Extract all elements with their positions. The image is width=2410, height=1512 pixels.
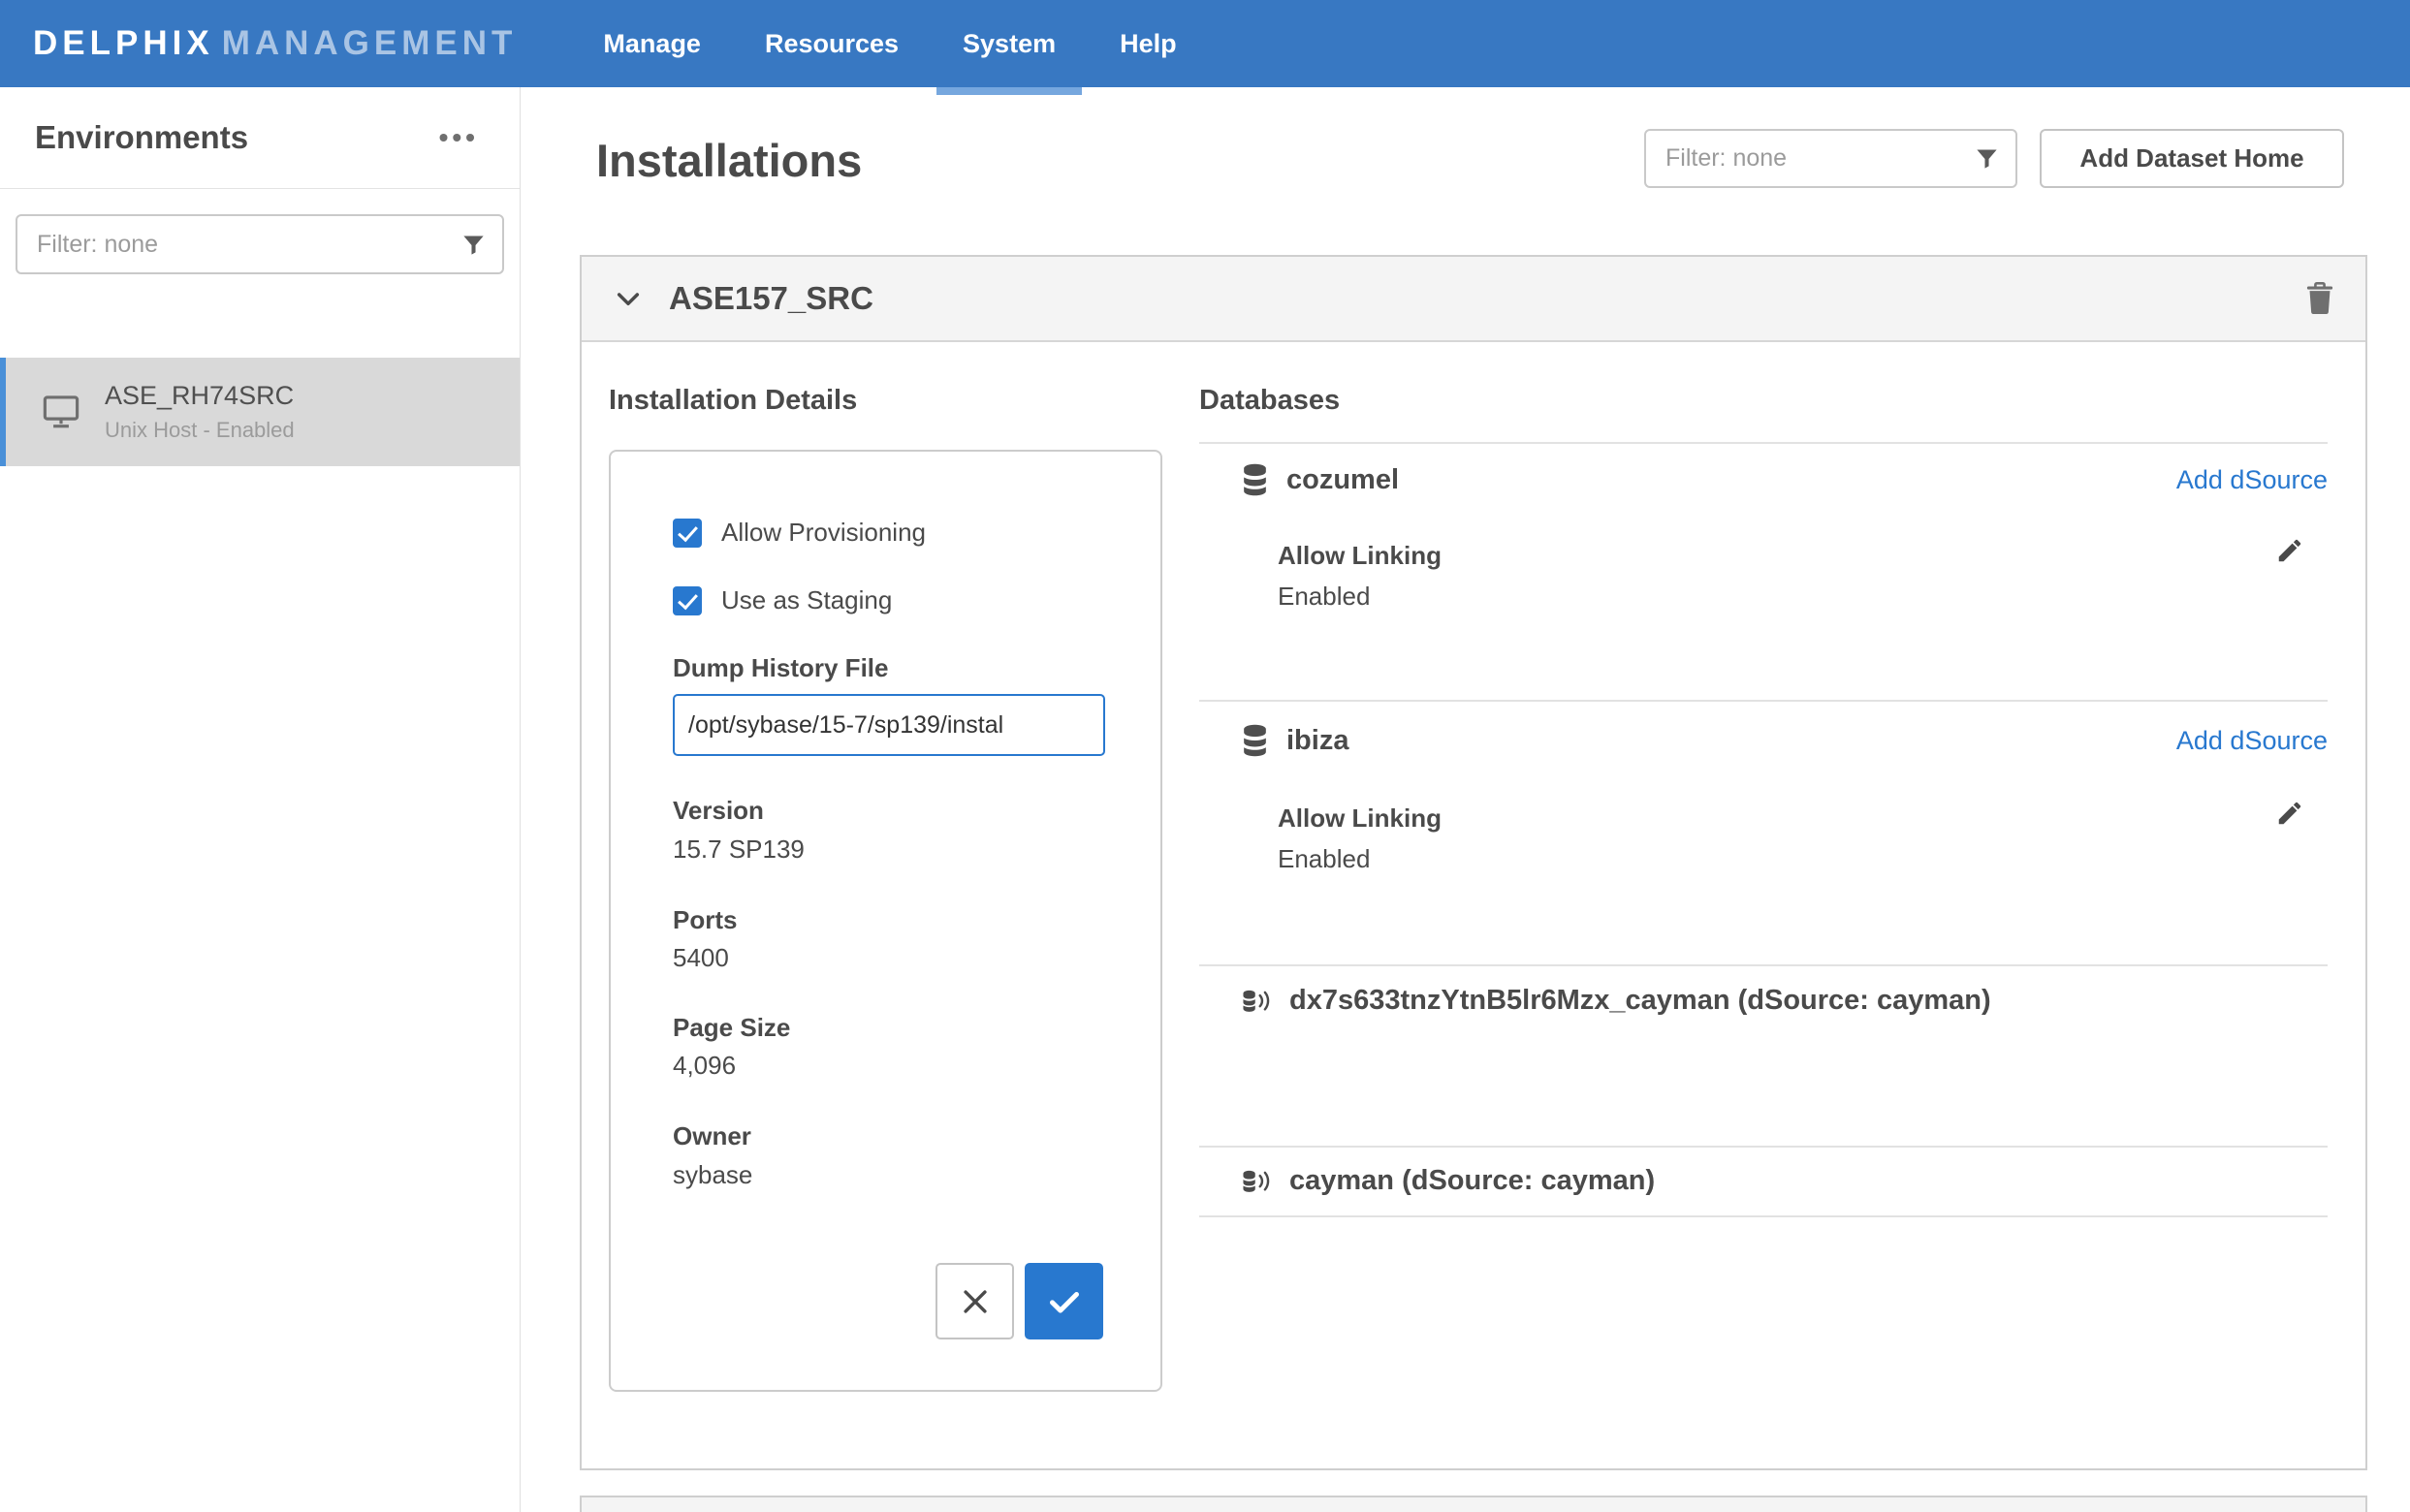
- brand-logo[interactable]: DELPHIXMANAGEMENT: [33, 24, 517, 63]
- installation-panel-header[interactable]: ASE157_SRC: [582, 257, 2365, 342]
- version-value: 15.7 SP139: [673, 835, 805, 865]
- nav-resources[interactable]: Resources: [733, 0, 931, 87]
- ports-label: Ports: [673, 905, 737, 935]
- add-dataset-home-button[interactable]: Add Dataset Home: [2040, 129, 2344, 188]
- owner-label: Owner: [673, 1121, 751, 1151]
- database-entry-dx-cayman: dx7s633tnzYtnB5lr6Mzx_cayman (dSource: c…: [1199, 964, 2328, 1146]
- database-row: cayman (dSource: cayman): [1241, 1165, 2328, 1197]
- host-icon: [43, 394, 79, 429]
- database-row: ibiza Add dSource: [1241, 724, 2328, 757]
- installations-filter-input[interactable]: [1646, 131, 1966, 186]
- page-title: Installations: [596, 134, 862, 187]
- filter-funnel-icon[interactable]: [1974, 145, 2000, 172]
- database-name: dx7s633tnzYtnB5lr6Mzx_cayman (dSource: c…: [1289, 985, 1991, 1017]
- add-dsource-link[interactable]: Add dSource: [2176, 726, 2328, 756]
- installation-details-form: Allow Provisioning Use as Staging Dump H…: [609, 450, 1162, 1392]
- installation-panel: ASE157_SRC Installation Details Allow Pr…: [580, 255, 2367, 1470]
- confirm-button[interactable]: [1025, 1263, 1103, 1339]
- environments-filter-input[interactable]: [17, 216, 453, 272]
- database-entry-ibiza: ibiza Add dSource Allow Linking Enabled: [1199, 700, 2328, 964]
- dump-history-input[interactable]: [673, 694, 1105, 756]
- form-actions: [935, 1263, 1103, 1339]
- use-as-staging-row: Use as Staging: [673, 585, 892, 615]
- filter-funnel-icon[interactable]: [460, 232, 487, 258]
- add-dsource-link[interactable]: Add dSource: [2176, 465, 2328, 495]
- edit-icon[interactable]: [2275, 799, 2304, 828]
- database-name: cayman (dSource: cayman): [1289, 1165, 1655, 1197]
- owner-value: sybase: [673, 1160, 752, 1190]
- environment-item-text: ASE_RH74SRC Unix Host - Enabled: [105, 381, 295, 443]
- version-label: Version: [673, 796, 764, 826]
- nav-system[interactable]: System: [931, 0, 1088, 87]
- installation-panel-body: Installation Details Allow Provisioning …: [582, 342, 2365, 1466]
- environment-item[interactable]: ASE_RH74SRC Unix Host - Enabled: [0, 358, 520, 466]
- brand-secondary: MANAGEMENT: [222, 24, 518, 62]
- allow-linking-label: Allow Linking: [1278, 541, 1442, 571]
- database-row: cozumel Add dSource: [1241, 463, 2328, 496]
- edit-icon[interactable]: [2275, 536, 2304, 565]
- environments-sidebar: Environments ••• ASE_RH74SRC Unix Host -…: [0, 87, 521, 1512]
- allow-provisioning-checkbox[interactable]: [673, 519, 702, 548]
- divider: [1199, 1215, 2328, 1217]
- topbar: DELPHIXMANAGEMENT Manage Resources Syste…: [0, 0, 2410, 87]
- environment-name: ASE_RH74SRC: [105, 381, 295, 411]
- nav-manage[interactable]: Manage: [571, 0, 733, 87]
- nav-help[interactable]: Help: [1088, 0, 1209, 87]
- databases-heading: Databases: [1199, 385, 1340, 417]
- delete-icon[interactable]: [2305, 282, 2334, 315]
- allow-linking-value: Enabled: [1278, 844, 1370, 874]
- cancel-button[interactable]: [935, 1263, 1014, 1339]
- page-size-label: Page Size: [673, 1013, 790, 1043]
- environments-filter: [16, 214, 504, 274]
- use-as-staging-label: Use as Staging: [721, 585, 892, 615]
- page-size-value: 4,096: [673, 1051, 736, 1081]
- allow-linking-label: Allow Linking: [1278, 803, 1442, 834]
- sidebar-header: Environments •••: [0, 87, 520, 189]
- brand-primary: DELPHIX: [33, 24, 214, 62]
- more-menu-icon[interactable]: •••: [439, 122, 479, 153]
- database-name: ibiza: [1286, 725, 1348, 757]
- dsource-icon: [1241, 1168, 1272, 1195]
- database-icon: [1241, 724, 1269, 757]
- allow-linking-value: Enabled: [1278, 582, 1370, 612]
- allow-provisioning-row: Allow Provisioning: [673, 518, 926, 548]
- installation-name: ASE157_SRC: [669, 280, 2305, 317]
- use-as-staging-checkbox[interactable]: [673, 586, 702, 615]
- chevron-down-icon[interactable]: [613, 283, 644, 314]
- environment-status: Unix Host - Enabled: [105, 418, 295, 443]
- database-entry-cayman: cayman (dSource: cayman): [1199, 1146, 2328, 1215]
- installation-details-heading: Installation Details: [609, 385, 857, 417]
- installations-filter: [1644, 129, 2017, 188]
- main-content: Installations Add Dataset Home ASE157_SR…: [521, 87, 2410, 1512]
- allow-provisioning-label: Allow Provisioning: [721, 518, 926, 548]
- sidebar-title: Environments: [35, 119, 248, 156]
- database-name: cozumel: [1286, 464, 1399, 496]
- ports-value: 5400: [673, 943, 729, 973]
- database-icon: [1241, 463, 1269, 496]
- database-entry-cozumel: cozumel Add dSource Allow Linking Enable…: [1199, 442, 2328, 700]
- dump-history-label: Dump History File: [673, 653, 888, 683]
- next-installation-panel[interactable]: [580, 1496, 2367, 1512]
- dsource-icon: [1241, 988, 1272, 1015]
- main-nav: Manage Resources System Help: [571, 0, 1208, 87]
- database-row: dx7s633tnzYtnB5lr6Mzx_cayman (dSource: c…: [1241, 985, 2328, 1017]
